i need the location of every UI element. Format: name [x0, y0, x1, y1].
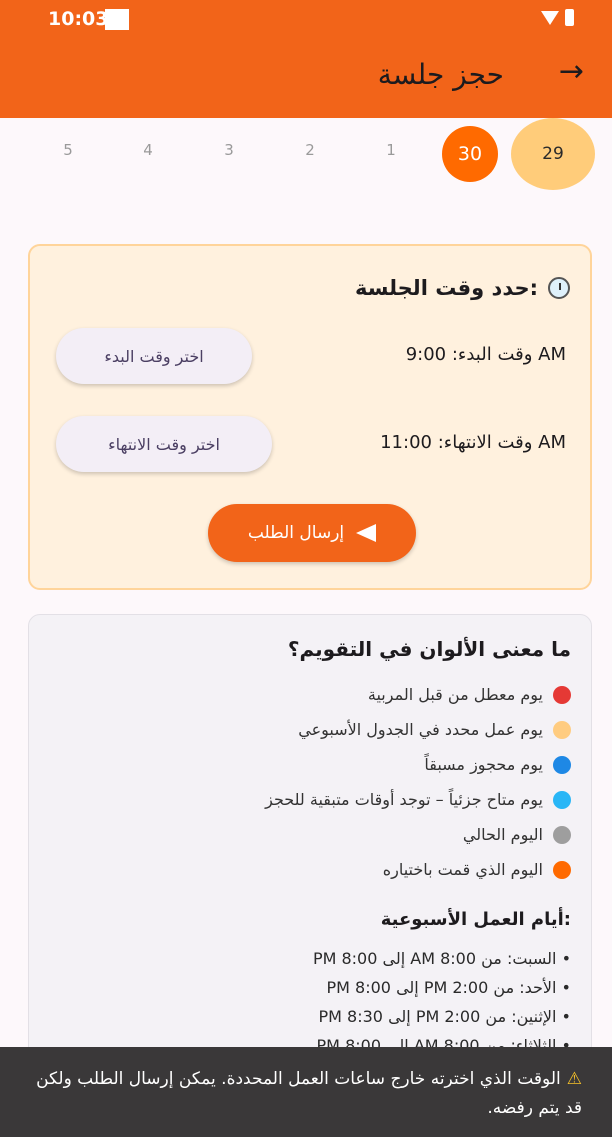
- work-day-item: • الإثنين: من 2:00 PM إلى 8:30 PM: [318, 1007, 572, 1026]
- end-time-label: وقت الانتهاء: 11:00 AM: [380, 432, 566, 453]
- send-icon: [356, 524, 377, 542]
- legend-item-label: يوم متاح جزئياً – توجد أوقات متبقية للحج…: [265, 790, 543, 809]
- legend-item-label: يوم معطل من قبل المربية: [367, 685, 543, 704]
- warning-snackbar: ⚠الوقت الذي اخترته خارج ساعات العمل المح…: [0, 1047, 612, 1137]
- session-time-card: حدد وقت الجلسة: وقت البدء: 9:00 AM اختر …: [28, 244, 592, 590]
- legend-item: يوم محجوز مسبقاً: [424, 755, 571, 774]
- legend-item-label: اليوم الذي قمت باختياره: [382, 860, 543, 879]
- legend-item-label: يوم عمل محدد في الجدول الأسبوعي: [298, 720, 543, 739]
- color-legend-card: ما معنى الألوان في التقويم؟ يوم معطل من …: [28, 614, 592, 1074]
- legend-item: يوم متاح جزئياً – توجد أوقات متبقية للحج…: [265, 790, 571, 809]
- date-item[interactable]: 1: [371, 141, 411, 159]
- date-item[interactable]: 4: [128, 141, 168, 159]
- date-item[interactable]: 2: [290, 141, 330, 159]
- legend-item: يوم عمل محدد في الجدول الأسبوعي: [298, 720, 571, 739]
- legend-item-label: اليوم الحالي: [462, 825, 543, 844]
- legend-title: ما معنى الألوان في التقويم؟: [287, 637, 571, 661]
- legend-item: اليوم الذي قمت باختياره: [383, 860, 571, 879]
- send-request-label: إرسال الطلب: [247, 523, 345, 543]
- session-title: حدد وقت الجلسة:: [355, 276, 570, 300]
- date-item-selected[interactable]: 30: [442, 126, 498, 182]
- work-day-item: • السبت: من 8:00 AM إلى 8:00 PM: [312, 949, 571, 968]
- date-item[interactable]: 5: [48, 141, 88, 159]
- pick-start-time-button[interactable]: اختر وقت البدء: [56, 328, 252, 384]
- legend-item: يوم معطل من قبل المربية: [368, 685, 571, 704]
- date-item[interactable]: 3: [209, 141, 249, 159]
- snackbar-message: الوقت الذي اخترته خارج ساعات العمل المحد…: [36, 1069, 582, 1118]
- wifi-icon: [541, 10, 559, 25]
- app-bar: حجز جلسة →: [0, 40, 612, 118]
- date-item-work-day[interactable]: 29: [511, 118, 595, 190]
- status-bar: 10:03: [0, 0, 612, 40]
- grey-dot-icon: [553, 825, 571, 844]
- work-days-title: أيام العمل الأسبوعية:: [380, 909, 571, 930]
- pick-end-time-button[interactable]: اختر وقت الانتهاء: [56, 416, 272, 472]
- battery-icon: [565, 9, 574, 26]
- date-strip: 5 4 3 2 1 30 29: [0, 118, 612, 198]
- page-title: حجز جلسة: [377, 58, 504, 91]
- arrow-forward-icon[interactable]: →: [559, 54, 584, 89]
- legend-item: اليوم الحالي: [463, 825, 571, 844]
- start-time-label: وقت البدء: 9:00 AM: [405, 344, 566, 365]
- warning-icon: ⚠: [566, 1069, 582, 1089]
- clock-icon: [548, 277, 570, 299]
- notification-icon: [105, 9, 129, 30]
- peach-dot-icon: [553, 720, 571, 739]
- send-request-button[interactable]: إرسال الطلب: [208, 504, 416, 562]
- red-dot-icon: [553, 685, 571, 704]
- status-time: 10:03: [48, 8, 109, 30]
- legend-item-label: يوم محجوز مسبقاً: [424, 755, 543, 774]
- work-day-item: • الأحد: من 2:00 PM إلى 8:00 PM: [326, 978, 572, 997]
- blue-dot-icon: [553, 755, 571, 774]
- session-title-text: حدد وقت الجلسة:: [355, 276, 538, 300]
- orange-dot-icon: [553, 860, 571, 879]
- light-blue-dot-icon: [553, 790, 571, 809]
- status-icons: [541, 9, 574, 26]
